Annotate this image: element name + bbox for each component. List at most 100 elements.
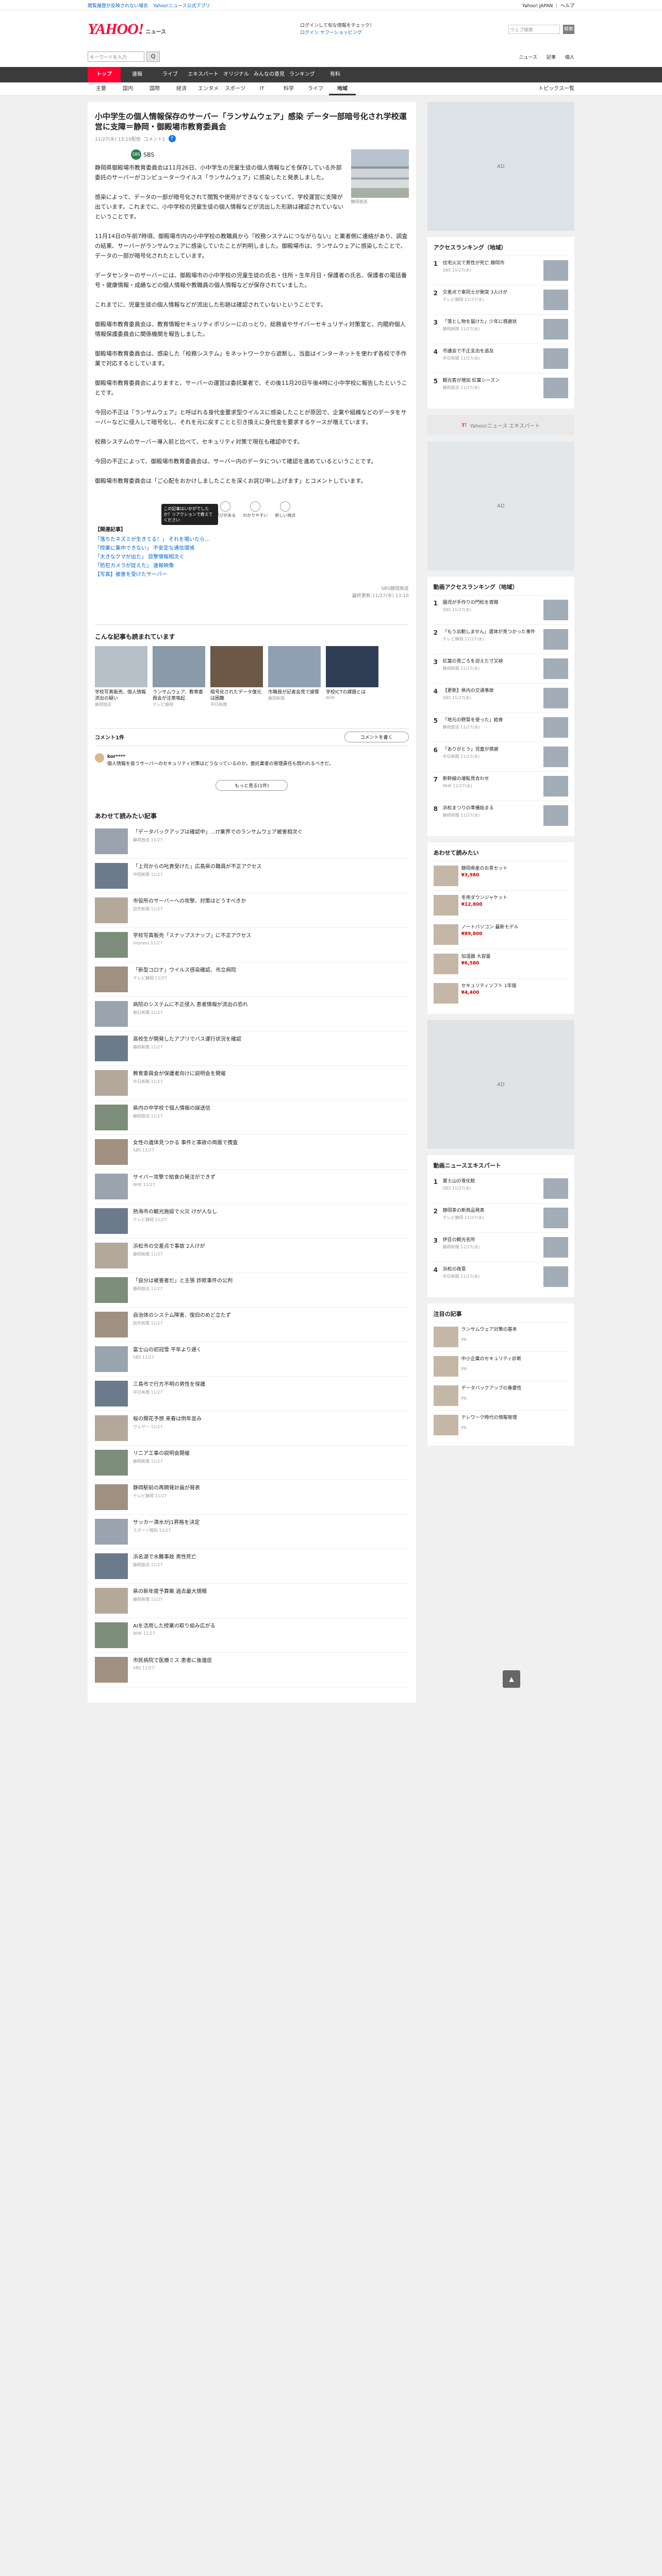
topic-item[interactable]: 高校生が開発したアプリでバス運行状況を確認 静岡新聞 11/27 <box>95 1031 409 1066</box>
tab-sports[interactable]: スポーツ <box>222 82 249 95</box>
topic-item[interactable]: 桜の開花予想 来春は例年並み ウェザー 11/27 <box>95 1411 409 1446</box>
page-top-button[interactable]: ▲ <box>503 1670 520 1688</box>
rank-title[interactable]: 交差点で車同士が衝突 3人けが <box>443 290 540 296</box>
topic-title[interactable]: 女性の遺体見つかる 事件と事故の両面で捜査 <box>133 1139 238 1147</box>
ranking-item[interactable]: 4 【更新】県内の交通事故 SBS 11/27(水) <box>433 683 568 713</box>
also-card[interactable]: ランサムウェア、教育委員会が注意喚起 テレビ静岡 <box>153 646 205 707</box>
tab-it[interactable]: IT <box>249 82 275 95</box>
tab-international[interactable]: 国際 <box>141 82 168 95</box>
tab-economy[interactable]: 経済 <box>168 82 195 95</box>
ranking-item[interactable]: 7 新幹線の運転見合わせ NHK 11/27(水) <box>433 771 568 801</box>
comment-user[interactable]: kor**** <box>107 754 125 759</box>
nav-original[interactable]: オリジナル <box>220 67 253 82</box>
topic-title[interactable]: 「上司からの叱責受けた」広島県の職員が不正アクセス <box>133 863 262 871</box>
search-scope-news[interactable]: ニュース <box>519 54 537 60</box>
ranking-item[interactable]: 5 「地元の野菜を使った」給食 静岡放送 11/27(水) <box>433 713 568 742</box>
topic-item[interactable]: 県の新年度予算案 過去最大規模 静岡新聞 11/27 <box>95 1584 409 1618</box>
topic-title[interactable]: 浜松市の交差点で事故 2人けが <box>133 1243 205 1250</box>
rank-title[interactable]: 紅葉の見ごろを迎えた寸又峡 <box>443 658 540 665</box>
app-link[interactable]: Yahoo!ニュース公式アプリ <box>153 4 210 9</box>
topic-item[interactable]: 「データバックアップは確認中」…IT業界でのランサムウェア被害相次ぐ 静岡放送 1… <box>95 824 409 859</box>
ranking-item[interactable]: 5 観光客が増加 紅葉シーズン 静岡放送 11/27(水) <box>433 373 568 402</box>
topic-title[interactable]: 高校生が開発したアプリでバス運行状況を確認 <box>133 1036 241 1043</box>
nav-live[interactable]: ライブ <box>154 67 187 82</box>
topic-title[interactable]: 「新型コロナ」ウイルス感染確認、市立病院 <box>133 967 236 974</box>
topic-item[interactable]: 学校写真販売「スナップスナップ」に不正アクセス Impress 11/27 <box>95 928 409 962</box>
topic-title[interactable]: 富士山の初冠雪 平年より遅く <box>133 1346 202 1354</box>
ad-banner[interactable]: AD <box>427 1020 574 1149</box>
topic-item[interactable]: 市役所のサーバーへの攻撃、対策はどうすべきか 読売新聞 11/27 <box>95 893 409 928</box>
search-scope-article[interactable]: 記事 <box>547 54 556 60</box>
also-card[interactable]: 市職員が記者会見で謝罪 静岡新聞 <box>268 646 321 707</box>
ranking-item[interactable]: 2 静岡茶の新商品発表 テレビ静岡 11/27(水) <box>433 1203 568 1232</box>
topic-item[interactable]: 「新型コロナ」ウイルス感染確認、市立病院 テレビ静岡 11/27 <box>95 962 409 997</box>
topic-item[interactable]: サッカー清水がJ1昇格を決定 スポーツ報知 11/27 <box>95 1515 409 1549</box>
related-link[interactable]: 「授業に集中できない」 不安定な通信環境 <box>95 544 409 553</box>
rank-title[interactable]: 伊豆の観光名所 <box>443 1237 540 1244</box>
ranking-item[interactable]: 3 紅葉の見ごろを迎えた寸又峡 静岡新聞 11/27(水) <box>433 654 568 683</box>
reaction-newview-button[interactable]: 新しい視点 <box>275 501 295 518</box>
yahoo-japan-link[interactable]: Yahoo! JAPAN <box>522 4 553 9</box>
source-name[interactable]: SBS <box>143 151 154 158</box>
shop-item[interactable]: 冬用ダウンジャケット ¥12,800 <box>433 890 568 920</box>
also-card[interactable]: 学校ICTの課題とは NHK <box>326 646 378 707</box>
related-link[interactable]: 「防犯カメラが捉えた」 速報映像 <box>95 562 409 570</box>
topic-item[interactable]: 女性の遺体見つかる 事件と事故の両面で捜査 SBS 11/27 <box>95 1135 409 1170</box>
ranking-item[interactable]: 2 「もう出勤しません」遺体が見つかった事件 テレビ静岡 11/27(水) <box>433 624 568 654</box>
topic-item[interactable]: 教育委員会が保護者向けに説明会を開催 中日新聞 11/27 <box>95 1066 409 1100</box>
search-scope-person[interactable]: 個人 <box>565 54 574 60</box>
topic-item[interactable]: 静岡駅前の再開発計画が発表 テレビ静岡 11/27 <box>95 1480 409 1515</box>
nav-ranking[interactable]: ランキング <box>286 67 319 82</box>
web-search-button[interactable]: 検索 <box>563 25 574 34</box>
topic-title[interactable]: 自治体のシステム障害、復旧のめど立たず <box>133 1312 231 1319</box>
nav-opinion[interactable]: みんなの意見 <box>253 67 286 82</box>
related-link[interactable]: 【写真】被害を受けたサーバー <box>95 570 409 579</box>
topic-item[interactable]: 熱海市の観光施設で火災 けが人なし テレビ静岡 11/27 <box>95 1204 409 1239</box>
ranking-item[interactable]: 3 「落とし物を届けた」少年に感謝状 静岡新聞 11/27(水) <box>433 314 568 344</box>
nav-top[interactable]: トップ <box>88 67 121 82</box>
ranking-item[interactable]: 2 交差点で車同士が衝突 3人けが テレビ静岡 11/27(水) <box>433 285 568 314</box>
topic-item[interactable]: 市民病院で医療ミス 患者に後遺症 SBS 11/27 <box>95 1653 409 1687</box>
rank-title[interactable]: 「もう出勤しません」遺体が見つかった事件 <box>443 629 540 636</box>
topic-item[interactable]: 「上司からの叱責受けた」広島県の職員が不正アクセス 中国新聞 11/27 <box>95 859 409 893</box>
featured-title[interactable]: データバックアップの重要性 <box>461 1385 522 1392</box>
shop-item[interactable]: 静岡県産のお茶セット ¥3,980 <box>433 861 568 890</box>
nav-expert[interactable]: エキスパート <box>187 67 220 82</box>
ad-banner[interactable]: AD <box>427 442 574 570</box>
topic-title[interactable]: 静岡駅前の再開発計画が発表 <box>133 1484 200 1492</box>
rank-title[interactable]: 静岡茶の新商品発表 <box>443 1208 540 1214</box>
rank-title[interactable]: 「ありがとう」児童が感謝 <box>443 747 540 753</box>
related-link[interactable]: 「大きなクマが出た」 目撃情報相次ぐ <box>95 553 409 562</box>
shop-item[interactable]: ノートパソコン 最新モデル ¥89,800 <box>433 920 568 949</box>
topic-item[interactable]: 浜名湖で水難事故 男性死亡 静岡放送 11/27 <box>95 1549 409 1584</box>
topic-title[interactable]: 市役所のサーバーへの攻撃、対策はどうすべきか <box>133 897 246 905</box>
tab-entertainment[interactable]: エンタメ <box>195 82 222 95</box>
expert-banner[interactable]: Y! Yahoo!ニュース エキスパート <box>427 415 574 435</box>
featured-item[interactable]: ランサムウェア対策の基本 PR <box>433 1322 568 1351</box>
topic-title[interactable]: AIを活用した授業の取り組み広がる <box>133 1622 216 1630</box>
tab-science[interactable]: 科学 <box>275 82 302 95</box>
featured-item[interactable]: データバックアップの重要性 PR <box>433 1381 568 1410</box>
ranking-item[interactable]: 1 住宅火災で男性が死亡 静岡市 SBS 11/27(水) <box>433 256 568 285</box>
tab-local[interactable]: 地域 <box>329 82 356 95</box>
product-title[interactable]: 静岡県産のお茶セット <box>461 866 508 872</box>
reaction-clear-button[interactable]: わかりやすい <box>243 501 268 518</box>
product-title[interactable]: セキュリティソフト 1年版 <box>461 983 517 990</box>
tab-main[interactable]: 主要 <box>88 82 114 95</box>
featured-title[interactable]: テレワーク時代の情報管理 <box>461 1415 517 1421</box>
ranking-item[interactable]: 8 浜松まつりの準備始まる 静岡新聞 11/27(水) <box>433 801 568 830</box>
shop-item[interactable]: セキュリティソフト 1年版 ¥4,400 <box>433 978 568 1008</box>
topic-title[interactable]: 「データバックアップは確認中」…IT業界でのランサムウェア被害相次ぐ <box>133 828 303 836</box>
topic-title[interactable]: 県内の中学校で個人情報の誤送信 <box>133 1105 210 1112</box>
topic-title[interactable]: 市民病院で医療ミス 患者に後遺症 <box>133 1657 212 1665</box>
topic-title[interactable]: 県の新年度予算案 過去最大規模 <box>133 1588 207 1596</box>
nav-paid[interactable]: 有料 <box>319 67 352 82</box>
topic-title[interactable]: 浜名湖で水難事故 男性死亡 <box>133 1553 196 1561</box>
rank-title[interactable]: 富士山の雪化粧 <box>443 1178 540 1185</box>
ranking-item[interactable]: 1 富士山の雪化粧 SBS 11/27(水) <box>433 1174 568 1203</box>
rank-title[interactable]: 観光客が増加 紅葉シーズン <box>443 378 540 384</box>
web-search-input[interactable]: ウェブ検索 <box>508 25 560 34</box>
sbs-logo-icon[interactable]: SBS <box>131 149 141 160</box>
rank-title[interactable]: 浜松まつりの準備始まる <box>443 805 540 812</box>
also-card[interactable]: 暗号化されたデータ復元は困難 中日新聞 <box>210 646 263 707</box>
